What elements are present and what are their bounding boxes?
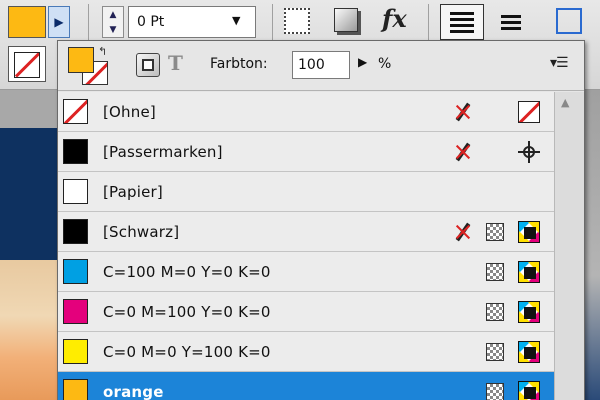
swatch-name: C=0 M=100 Y=0 K=0 [103,303,271,321]
frame-fitting-icon[interactable] [556,8,582,34]
process-icon [486,303,504,321]
toolbar-divider [428,4,429,40]
none-type-icon [518,101,540,123]
cmyk-icon [518,381,540,400]
formatting-text-icon[interactable]: T [168,51,183,75]
swatch-row[interactable]: C=0 M=100 Y=0 K=0 [58,292,554,332]
swatch-chip [63,259,88,284]
swatches-panel: ↰ T Farbton: ▶ % ▾☰ [Ohne] [Passermarken… [57,40,585,400]
fill-stroke-proxy[interactable]: ↰ [66,45,114,87]
swatch-chip [63,179,88,204]
document-image-dark [0,128,60,260]
swatch-chip [63,299,88,324]
stepper-up-icon[interactable]: ▲ [110,10,117,20]
swatch-name: C=100 M=0 Y=0 K=0 [103,263,271,281]
swatch-row[interactable]: [Papier] [58,172,554,212]
swatch-chip [63,99,88,124]
swatch-chip [63,219,88,244]
tint-unit: % [378,56,392,72]
cmyk-icon [518,261,540,283]
effects-fx-icon[interactable]: fx [382,4,407,33]
fill-proxy-icon[interactable] [68,47,94,73]
swatch-chip [63,379,88,400]
document-image-photo [0,260,60,400]
cmyk-icon [518,301,540,323]
swap-fill-stroke-icon[interactable]: ↰ [98,45,107,58]
corner-options-icon[interactable] [284,8,310,34]
process-icon [486,223,504,241]
triangle-right-icon[interactable]: ▶ [358,55,367,69]
scroll-up-icon[interactable]: ▲ [561,96,569,109]
swatch-name: [Passermarken] [103,143,223,161]
none-swatch-icon [14,52,40,78]
swatch-row[interactable]: [Ohne] [58,92,554,132]
no-edit-icon [452,141,474,163]
process-icon [486,383,504,400]
align-left-button[interactable] [440,4,484,40]
formatting-container-icon[interactable] [136,53,160,77]
tint-input[interactable] [292,51,350,79]
swatch-row[interactable]: [Passermarken] [58,132,554,172]
swatch-list: [Ohne] [Passermarken] [Papier] [Schwarz] [58,92,554,400]
triangle-right-icon: ▶ [54,15,64,29]
stroke-swatch-button[interactable] [8,46,46,82]
chevron-down-icon[interactable]: ▼ [232,14,240,27]
drop-shadow-icon[interactable] [334,8,358,32]
swatch-name: orange [103,383,164,400]
tint-label: Farbton: [210,56,268,72]
swatch-name: [Papier] [103,183,163,201]
swatch-name: [Schwarz] [103,223,180,241]
align-center-button[interactable] [494,6,528,38]
swatch-row[interactable]: C=0 M=0 Y=100 K=0 [58,332,554,372]
swatch-chip [63,339,88,364]
panel-menu-icon[interactable]: ▾☰ [550,55,569,71]
swatch-row[interactable]: [Schwarz] [58,212,554,252]
no-edit-icon [452,221,474,243]
toolbar-divider [88,4,89,40]
fill-swatch-button[interactable] [8,6,46,38]
swatch-list-scrollbar[interactable]: ▲ [554,92,584,400]
swatch-name: C=0 M=0 Y=100 K=0 [103,343,271,361]
swatch-row[interactable]: C=100 M=0 Y=0 K=0 [58,252,554,292]
swatch-chip [63,139,88,164]
process-icon [486,263,504,281]
process-icon [486,343,504,361]
registration-icon [518,141,540,163]
stepper-down-icon[interactable]: ▼ [110,25,117,35]
fill-swatch-dropdown-button[interactable]: ▶ [48,6,70,38]
cmyk-icon [518,221,540,243]
swatch-name: [Ohne] [103,103,156,121]
no-edit-icon [452,101,474,123]
stroke-weight-stepper[interactable]: ▲ ▼ [102,6,124,38]
swatches-panel-header: ↰ T Farbton: ▶ % ▾☰ [58,41,584,91]
cmyk-icon [518,341,540,363]
toolbar-divider [272,4,273,40]
swatch-row-selected[interactable]: orange [58,372,554,400]
document-ruler [0,90,60,128]
